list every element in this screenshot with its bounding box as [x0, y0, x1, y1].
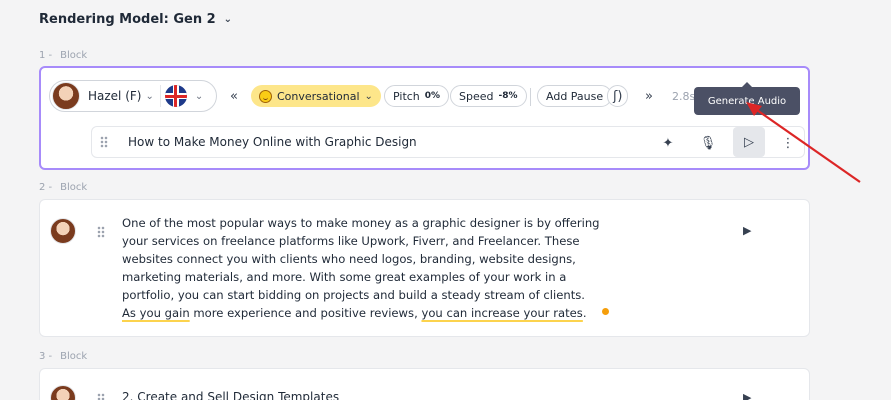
double-chevron-right-icon[interactable]: » — [645, 84, 653, 108]
voice-name: Hazel (F) — [88, 89, 142, 103]
chevron-down-icon: ⌄ — [364, 90, 373, 102]
block-1-text[interactable]: How to Make Money Online with Graphic De… — [128, 135, 417, 149]
drag-handle-icon[interactable] — [100, 136, 108, 148]
block-number: 1 - — [39, 50, 53, 61]
highlighted-phrase[interactable]: As you gain — [122, 306, 190, 320]
voice-avatar — [50, 385, 76, 400]
block-label-text: Block — [60, 50, 88, 61]
annotation-arrow — [746, 102, 861, 183]
style-selector[interactable]: Conversational ⌄ — [251, 85, 381, 107]
sparkle-icon[interactable]: ✦ — [655, 133, 681, 153]
add-pause-button[interactable]: Add Pause — [537, 85, 613, 107]
rendering-model-label: Rendering Model: Gen 2 — [39, 12, 216, 27]
speed-button[interactable]: Speed -8% — [450, 85, 527, 107]
drag-handle-icon[interactable] — [97, 393, 105, 400]
block-2-text[interactable]: One of the most popular ways to make mon… — [122, 214, 602, 322]
voice-avatar — [52, 82, 80, 110]
block-3-label: 3 - Block — [39, 351, 87, 362]
pitch-label: Pitch — [393, 89, 420, 103]
block-1-card[interactable]: Hazel (F) ⌄ ⌄ « Conversational ⌄ Pitch 0… — [39, 66, 810, 170]
smile-icon — [259, 89, 272, 103]
block-label-text: Block — [60, 351, 88, 362]
pitch-value: 0% — [424, 91, 441, 101]
voice-avatar — [50, 218, 76, 244]
editor-page: Rendering Model: Gen 2 ⌄ 1 - Block Hazel… — [0, 0, 891, 400]
microphone-icon[interactable]: 🎙 — [695, 133, 721, 153]
suggestion-dot-icon[interactable] — [602, 308, 609, 315]
divider — [159, 85, 161, 107]
chevron-down-icon: ⌄ — [194, 90, 204, 102]
block-2-card[interactable]: One of the most popular ways to make mon… — [39, 199, 810, 337]
speed-value: -8% — [498, 91, 518, 101]
block-1-label: 1 - Block — [39, 50, 87, 61]
rendering-model-selector[interactable]: Rendering Model: Gen 2 ⌄ — [39, 12, 232, 27]
add-pause-label: Add Pause — [546, 89, 604, 103]
play-icon[interactable]: ▶ — [743, 391, 751, 400]
highlighted-phrase[interactable]: you can increase your rates — [421, 306, 582, 320]
block-duration: 2.8s — [672, 89, 696, 103]
speed-label: Speed — [459, 89, 494, 103]
chevron-down-icon: ⌄ — [223, 14, 233, 25]
block-label-text: Block — [60, 182, 88, 193]
chevron-down-icon: ⌄ — [145, 90, 154, 102]
sound-wave-button[interactable]: ʃ) — [607, 85, 629, 107]
block-1-text-row[interactable]: How to Make Money Online with Graphic De… — [91, 126, 805, 158]
uk-flag-icon[interactable] — [164, 85, 187, 107]
style-label: Conversational — [277, 89, 360, 103]
block-number: 3 - — [39, 351, 53, 362]
play-icon[interactable]: ▶ — [743, 224, 751, 237]
block-2-label: 2 - Block — [39, 182, 87, 193]
toolbar-divider — [530, 88, 531, 106]
block-number: 2 - — [39, 182, 53, 193]
double-chevron-left-icon[interactable]: « — [230, 84, 238, 108]
pitch-button[interactable]: Pitch 0% — [384, 85, 450, 107]
block-3-text[interactable]: 2. Create and Sell Design Templates — [122, 390, 339, 400]
drag-handle-icon[interactable] — [97, 226, 105, 238]
voice-selector[interactable]: Hazel (F) ⌄ ⌄ — [49, 80, 217, 112]
sound-wave-icon: ʃ) — [613, 88, 623, 104]
block-3-card[interactable]: 2. Create and Sell Design Templates ▶ — [39, 368, 810, 400]
